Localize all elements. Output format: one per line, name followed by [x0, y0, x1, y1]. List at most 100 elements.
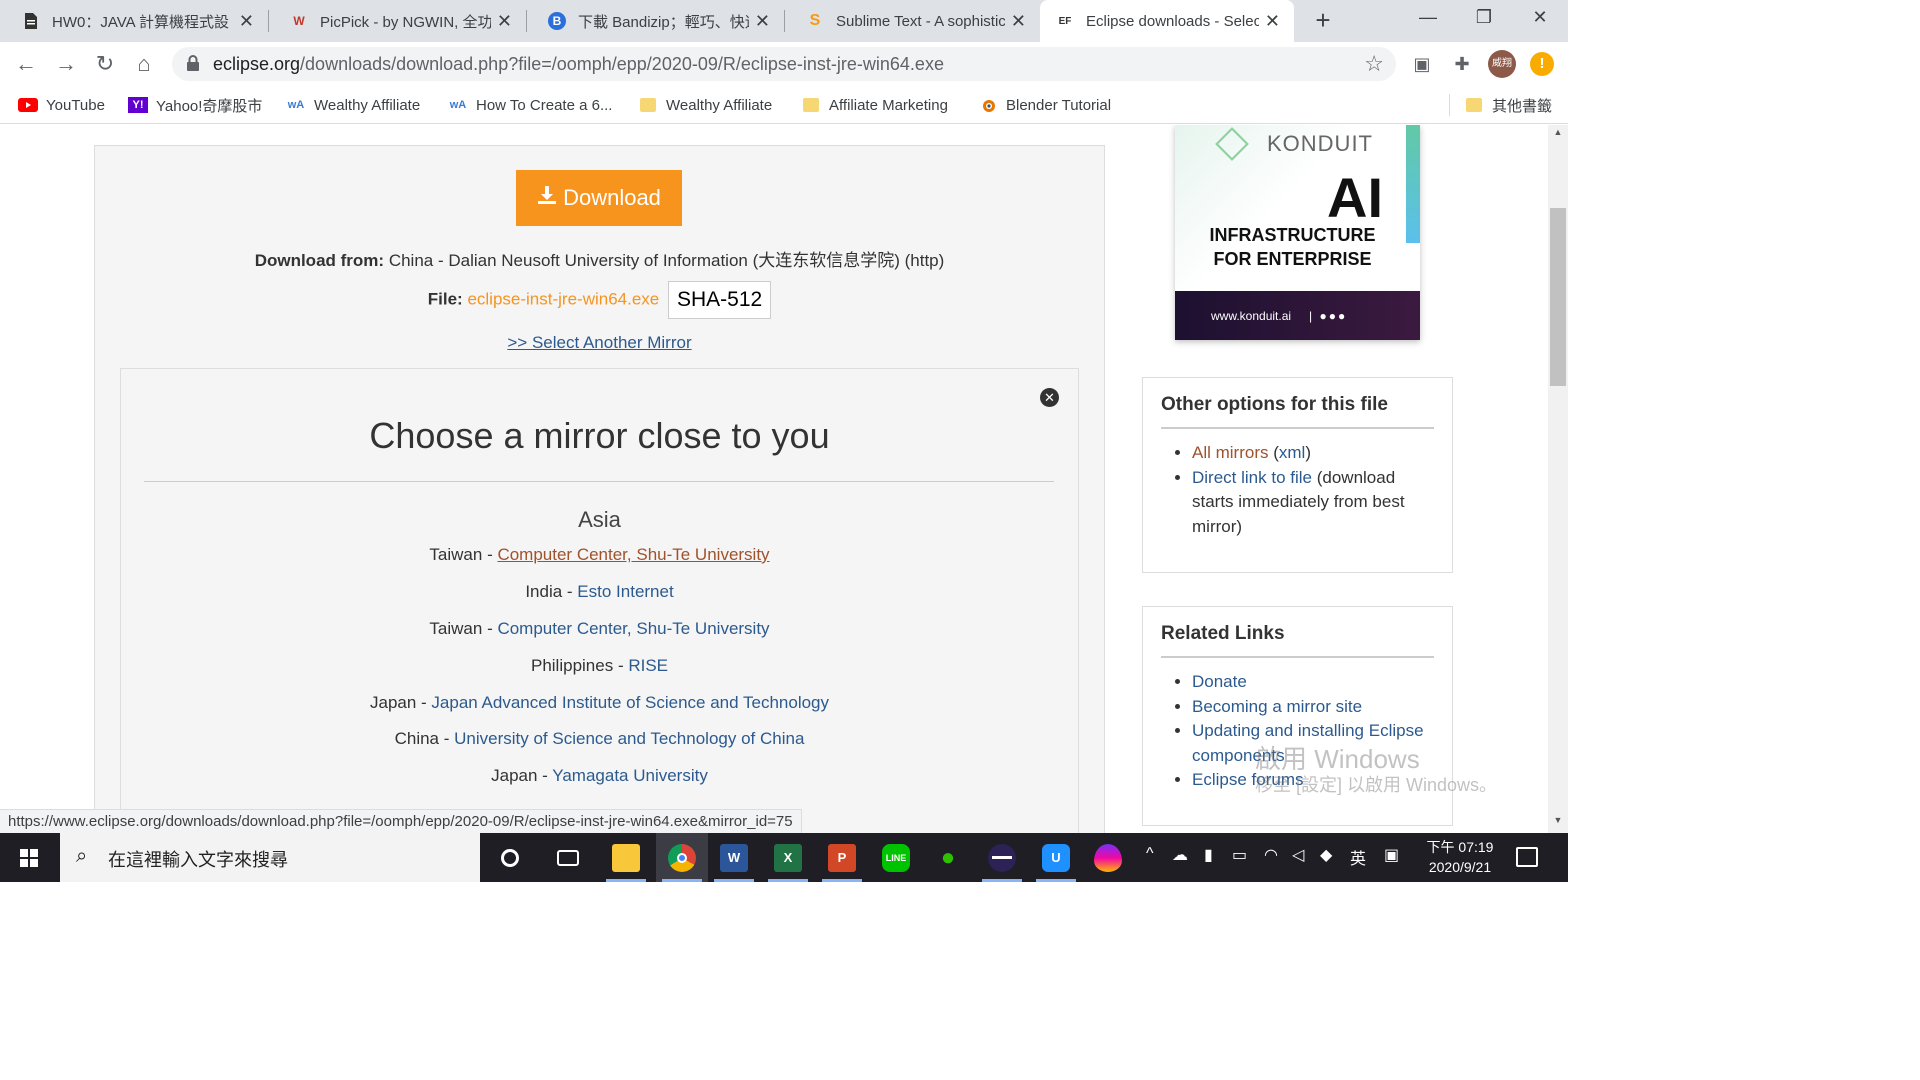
lock-icon[interactable]	[186, 55, 200, 71]
wa-icon: wA	[449, 99, 467, 111]
url-path: /downloads/download.php?file=/oomph/epp/…	[300, 54, 944, 74]
excel-icon[interactable]: X	[762, 833, 814, 882]
taskbar-search[interactable]: ⌕ 在這裡輸入文字來搜尋	[60, 833, 480, 882]
other-bookmarks[interactable]: 其他書籤	[1464, 94, 1552, 116]
mirror-link[interactable]: University of Science and Technology of …	[454, 729, 804, 748]
bookmark-wealthy-affiliate[interactable]: wA Wealthy Affiliate	[286, 94, 420, 116]
bookmark-yahoo[interactable]: Y! Yahoo!奇摩股市	[128, 94, 262, 116]
avatar[interactable]: 威翔	[1488, 50, 1516, 78]
close-icon[interactable]: ✕	[497, 11, 512, 32]
mirror-link[interactable]: Computer Center, Shu-Te University	[497, 545, 769, 564]
bookmark-how-to-create[interactable]: wA How To Create a 6...	[448, 94, 613, 116]
restore-button[interactable]: ❐	[1456, 0, 1512, 36]
mirror-link[interactable]: Yamagata University	[552, 766, 708, 785]
tab-title: HW0：JAVA 計算機程式設	[52, 13, 229, 31]
start-button[interactable]	[0, 833, 58, 882]
bandizip-icon: B	[548, 12, 566, 30]
mirror-link[interactable]: RISE	[628, 656, 668, 675]
forward-button[interactable]: →	[50, 48, 82, 80]
cortana-icon[interactable]	[484, 833, 536, 882]
bookmark-label: How To Create a 6...	[476, 96, 613, 114]
battery-icon[interactable]: ▭	[1232, 845, 1247, 865]
bookmark-label: Wealthy Affiliate	[666, 96, 773, 114]
tab-eclipse-downloads[interactable]: EF Eclipse downloads - Selec ✕	[1040, 0, 1294, 42]
scroll-up-icon[interactable]: ▲	[1548, 127, 1568, 143]
all-mirrors-link[interactable]: All mirrors	[1192, 443, 1269, 462]
tab-hw0[interactable]: HW0：JAVA 計算機程式設 ✕	[0, 0, 268, 42]
ukeep-icon[interactable]: U	[1030, 833, 1082, 882]
wechat-icon[interactable]: ●	[922, 833, 974, 882]
search-icon: ⌕	[76, 845, 88, 867]
ime-mode-icon[interactable]: ▣	[1384, 845, 1399, 865]
volume-icon[interactable]: ◁	[1292, 845, 1304, 865]
mirror-link[interactable]: Esto Internet	[577, 582, 673, 601]
system-clock[interactable]: 下午 07:19 2020/9/21	[1420, 837, 1500, 877]
sha512-button[interactable]: SHA-512	[668, 281, 772, 319]
close-icon[interactable]: ✕	[1011, 11, 1026, 32]
mirror-link[interactable]: Japan Advanced Institute of Science and …	[431, 693, 829, 712]
windows-taskbar: ⌕ 在這裡輸入文字來搜尋 W X P LINE ● U ^ ☁ ▮ ▭ ◠ ◁ …	[0, 833, 1568, 882]
onedrive-icon[interactable]: ☁	[1172, 845, 1188, 865]
ime-indicator[interactable]: 英	[1350, 845, 1366, 869]
close-icon[interactable]: ✕	[239, 11, 254, 32]
mirror-link[interactable]: Computer Center, Shu-Te University	[497, 619, 769, 638]
update-alert-icon[interactable]: !	[1530, 52, 1554, 76]
clock-time: 下午 07:19	[1426, 839, 1494, 855]
direct-link[interactable]: Direct link to file	[1192, 468, 1312, 487]
select-another-mirror-link[interactable]: >> Select Another Mirror	[507, 333, 691, 352]
reload-button[interactable]: ↻	[89, 48, 121, 80]
konduit-ad-banner[interactable]: KONDUIT AI INFRASTRUCTURE FOR ENTERPRISE…	[1175, 125, 1420, 340]
notification-center-icon[interactable]	[1516, 847, 1538, 867]
home-button[interactable]: ⌂	[128, 48, 160, 80]
scroll-down-icon[interactable]: ▼	[1548, 815, 1568, 831]
new-tab-button[interactable]: +	[1308, 6, 1338, 36]
eclipse-icon[interactable]	[976, 833, 1028, 882]
extensions-puzzle-icon[interactable]: ✚	[1448, 50, 1476, 78]
bookmark-star-icon[interactable]: ☆	[1364, 51, 1384, 77]
browser-toolbar: ← → ↻ ⌂ eclipse.org/downloads/download.p…	[0, 42, 1568, 86]
chrome-icon[interactable]	[656, 833, 708, 882]
xml-link[interactable]: xml	[1279, 443, 1305, 462]
scrollbar-thumb[interactable]	[1550, 208, 1566, 386]
bookmark-youtube[interactable]: YouTube	[18, 94, 105, 116]
address-bar[interactable]: eclipse.org/downloads/download.php?file=…	[172, 47, 1396, 81]
picpick-icon: W	[293, 14, 305, 28]
color-drop-icon[interactable]	[1082, 833, 1134, 882]
bookmark-blender-tutorial[interactable]: Blender Tutorial	[978, 94, 1111, 116]
ad-line-2: FOR ENTERPRISE	[1213, 249, 1372, 269]
wifi-icon[interactable]: ◠	[1264, 845, 1278, 865]
tab-sublime[interactable]: S Sublime Text - A sophistic ✕	[784, 0, 1040, 42]
powerpoint-icon[interactable]: P	[816, 833, 868, 882]
microphone-icon[interactable]: ▮	[1204, 845, 1213, 865]
minimize-button[interactable]: —	[1400, 0, 1456, 36]
bookmark-divider	[1449, 94, 1450, 116]
close-icon[interactable]: ✕	[755, 11, 770, 32]
becoming-mirror-link[interactable]: Becoming a mirror site	[1192, 697, 1362, 716]
tab-strip: HW0：JAVA 計算機程式設 ✕ W PicPick - by NGWIN, …	[0, 0, 1568, 42]
line-icon[interactable]: LINE	[870, 833, 922, 882]
task-view-icon[interactable]	[542, 833, 594, 882]
download-button-label: Download	[563, 185, 661, 210]
back-button[interactable]: ←	[10, 48, 42, 80]
cast-icon[interactable]: ▣	[1408, 50, 1436, 78]
close-mirror-panel-icon[interactable]: ✕	[1040, 388, 1059, 407]
bookmark-label: Yahoo!奇摩股市	[156, 97, 263, 115]
bookmark-folder-wealthy-affiliate[interactable]: Wealthy Affiliate	[638, 94, 772, 116]
download-button[interactable]: Download	[516, 170, 682, 226]
tab-picpick[interactable]: W PicPick - by NGWIN, 全功 ✕	[268, 0, 526, 42]
dropbox-icon[interactable]: ◆	[1320, 845, 1332, 865]
window-close-button[interactable]: ✕	[1512, 0, 1568, 36]
wa-icon: wA	[287, 99, 305, 111]
mirror-country: Taiwan	[429, 619, 483, 638]
show-hidden-icons-icon[interactable]: ^	[1146, 845, 1154, 863]
folder-icon	[801, 97, 821, 113]
bookmark-folder-affiliate-marketing[interactable]: Affiliate Marketing	[801, 94, 948, 116]
file-explorer-icon[interactable]	[600, 833, 652, 882]
clock-date: 2020/9/21	[1428, 859, 1492, 875]
close-icon[interactable]: ✕	[1265, 11, 1280, 32]
word-icon[interactable]: W	[708, 833, 760, 882]
donate-link[interactable]: Donate	[1192, 672, 1247, 691]
url-host: eclipse.org	[213, 54, 301, 74]
file-name-link[interactable]: eclipse-inst-jre-win64.exe	[467, 289, 659, 308]
tab-bandizip[interactable]: B 下載 Bandizip；輕巧、快速 ✕	[526, 0, 784, 42]
